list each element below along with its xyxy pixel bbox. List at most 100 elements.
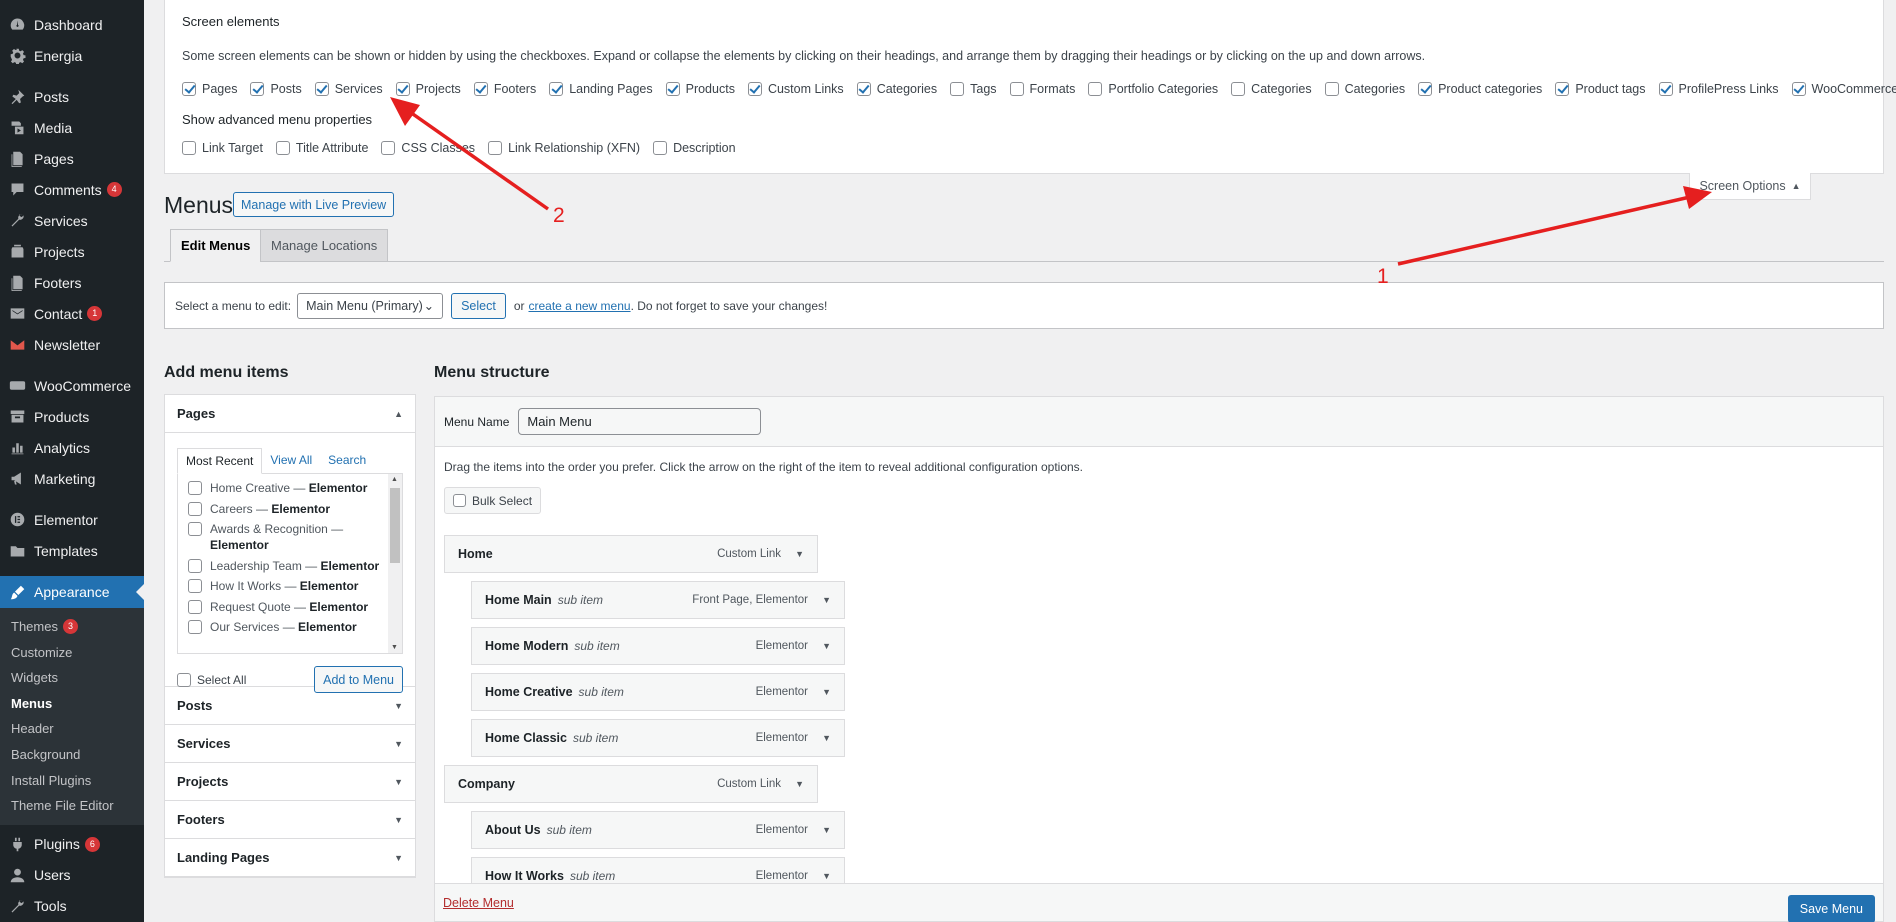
tab-edit-menus[interactable]: Edit Menus bbox=[170, 229, 262, 262]
checkbox[interactable] bbox=[314, 82, 329, 96]
checkbox[interactable] bbox=[653, 141, 668, 155]
checkbox[interactable] bbox=[381, 141, 396, 155]
option-title-attribute[interactable]: Title Attribute bbox=[275, 141, 368, 155]
sidebar-item-products[interactable]: Products bbox=[0, 401, 144, 432]
submenu-item-menus[interactable]: Menus bbox=[0, 691, 144, 717]
checkbox[interactable] bbox=[275, 141, 290, 155]
submenu-item-widgets[interactable]: Widgets bbox=[0, 665, 144, 691]
pages-section-header[interactable]: Pages ▲ bbox=[165, 395, 415, 433]
submenu-item-background[interactable]: Background bbox=[0, 742, 144, 768]
tab-view-all[interactable]: View All bbox=[262, 448, 320, 474]
option-products[interactable]: Products bbox=[665, 82, 735, 96]
option-landing-pages[interactable]: Landing Pages bbox=[549, 82, 653, 96]
menu-item-home-modern[interactable]: Home Modern sub item Elementor ▼ bbox=[471, 627, 845, 665]
page-checklist-item[interactable]: Our Services — Elementor bbox=[188, 619, 402, 635]
checkbox[interactable] bbox=[188, 558, 202, 573]
checkbox[interactable] bbox=[856, 82, 871, 96]
option-css-classes[interactable]: CSS Classes bbox=[381, 141, 475, 155]
submenu-item-install-plugins[interactable]: Install Plugins bbox=[0, 768, 144, 794]
page-checklist-item[interactable]: How It Works — Elementor bbox=[188, 578, 402, 594]
submenu-item-themes[interactable]: Themes 3 bbox=[0, 614, 144, 640]
checkbox[interactable] bbox=[188, 522, 202, 536]
menu-item-home-main[interactable]: Home Main sub item Front Page, Elementor ▼ bbox=[471, 581, 845, 619]
checkbox[interactable] bbox=[665, 82, 680, 96]
menu-item-home-creative[interactable]: Home Creative sub item Elementor ▼ bbox=[471, 673, 845, 711]
sidebar-item-plugins[interactable]: Plugins 6 bbox=[0, 829, 144, 860]
checkbox[interactable] bbox=[250, 82, 265, 96]
section-header-services[interactable]: Services ▼ bbox=[165, 725, 415, 763]
triangle-down-icon[interactable]: ▼ bbox=[795, 549, 804, 559]
tab-search[interactable]: Search bbox=[320, 448, 374, 474]
page-checklist-item[interactable]: Leadership Team — Elementor bbox=[188, 558, 402, 574]
menu-item-about-us[interactable]: About Us sub item Elementor ▼ bbox=[471, 811, 845, 849]
checkbox[interactable] bbox=[1088, 82, 1103, 96]
checkbox[interactable] bbox=[747, 82, 762, 96]
sidebar-item-energia[interactable]: Energia bbox=[0, 40, 144, 71]
checkbox[interactable] bbox=[188, 481, 202, 495]
option-services[interactable]: Services bbox=[314, 82, 383, 96]
sidebar-item-services[interactable]: Services bbox=[0, 205, 144, 236]
option-formats[interactable]: Formats bbox=[1009, 82, 1075, 96]
menu-name-input[interactable]: Main Menu bbox=[518, 408, 762, 435]
triangle-down-icon[interactable]: ▼ bbox=[795, 779, 804, 789]
sidebar-item-projects[interactable]: Projects bbox=[0, 236, 144, 267]
checkbox[interactable] bbox=[188, 620, 202, 634]
option-categories[interactable]: Categories bbox=[856, 82, 937, 96]
option-custom-links[interactable]: Custom Links bbox=[747, 82, 844, 96]
checkbox[interactable] bbox=[188, 579, 202, 593]
sidebar-item-woocommerce[interactable]: WooCommerce bbox=[0, 370, 144, 401]
scrollbar-thumb[interactable] bbox=[390, 488, 400, 563]
option-categories[interactable]: Categories bbox=[1231, 82, 1312, 96]
option-description[interactable]: Description bbox=[653, 141, 736, 155]
checkbox[interactable] bbox=[1231, 82, 1246, 96]
page-checklist-item[interactable]: Request Quote — Elementor bbox=[188, 599, 402, 615]
checkbox[interactable] bbox=[182, 141, 196, 155]
sidebar-item-users[interactable]: Users bbox=[0, 860, 144, 891]
submenu-item-theme-file-editor[interactable]: Theme File Editor bbox=[0, 793, 144, 819]
scroll-down-icon[interactable]: ▼ bbox=[391, 644, 398, 651]
live-preview-button[interactable]: Manage with Live Preview bbox=[233, 192, 395, 217]
sidebar-item-marketing[interactable]: Marketing bbox=[0, 463, 144, 494]
checkbox[interactable] bbox=[950, 82, 965, 96]
submenu-item-customize[interactable]: Customize bbox=[0, 640, 144, 666]
section-header-projects[interactable]: Projects ▼ bbox=[165, 763, 415, 801]
add-to-menu-button[interactable]: Add to Menu bbox=[314, 666, 403, 693]
scroll-up-icon[interactable]: ▲ bbox=[391, 476, 398, 483]
checkbox[interactable] bbox=[488, 141, 503, 155]
create-menu-link[interactable]: create a new menu bbox=[529, 299, 631, 313]
checkbox[interactable] bbox=[1418, 82, 1433, 96]
save-menu-button[interactable]: Save Menu bbox=[1787, 894, 1875, 922]
sidebar-item-analytics[interactable]: Analytics bbox=[0, 432, 144, 463]
sidebar-item-comments[interactable]: Comments 4 bbox=[0, 174, 144, 205]
checkbox[interactable] bbox=[395, 82, 410, 96]
option-categories[interactable]: Categories bbox=[1324, 82, 1405, 96]
section-header-footers[interactable]: Footers ▼ bbox=[165, 801, 415, 839]
checkbox[interactable] bbox=[1324, 82, 1339, 96]
menu-item-company[interactable]: Company Custom Link ▼ bbox=[444, 765, 818, 803]
option-pages[interactable]: Pages bbox=[182, 82, 237, 96]
option-tags[interactable]: Tags bbox=[950, 82, 997, 96]
checkbox[interactable] bbox=[1009, 82, 1024, 96]
triangle-down-icon[interactable]: ▼ bbox=[822, 687, 831, 697]
option-footers[interactable]: Footers bbox=[473, 82, 536, 96]
checkbox[interactable] bbox=[1555, 82, 1570, 96]
option-product-categories[interactable]: Product categories bbox=[1418, 82, 1542, 96]
option-profilepress-links[interactable]: ProfilePress Links bbox=[1658, 82, 1779, 96]
select-all-checkbox[interactable]: Select All bbox=[177, 672, 246, 687]
sidebar-item-footers[interactable]: Footers bbox=[0, 267, 144, 298]
select-menu-button[interactable]: Select bbox=[451, 292, 506, 319]
checkbox[interactable] bbox=[453, 494, 466, 507]
option-woocommerce-endpoints[interactable]: WooCommerce endpoints bbox=[1791, 82, 1896, 96]
sidebar-item-contact[interactable]: Contact 1 bbox=[0, 298, 144, 329]
option-posts[interactable]: Posts bbox=[250, 82, 302, 96]
page-checklist-item[interactable]: Home Creative — Elementor bbox=[188, 480, 402, 496]
checkbox[interactable] bbox=[188, 599, 202, 614]
checkbox[interactable] bbox=[1658, 82, 1673, 96]
tab-manage-locations[interactable]: Manage Locations bbox=[260, 229, 389, 262]
checkbox[interactable] bbox=[177, 672, 191, 687]
triangle-down-icon[interactable]: ▼ bbox=[822, 871, 831, 881]
sidebar-item-elementor[interactable]: Elementor bbox=[0, 504, 144, 535]
tab-most-recent[interactable]: Most Recent bbox=[177, 448, 263, 474]
section-header-landing-pages[interactable]: Landing Pages ▼ bbox=[165, 839, 415, 877]
screen-options-toggle[interactable]: Screen Options ▲ bbox=[1689, 173, 1811, 200]
